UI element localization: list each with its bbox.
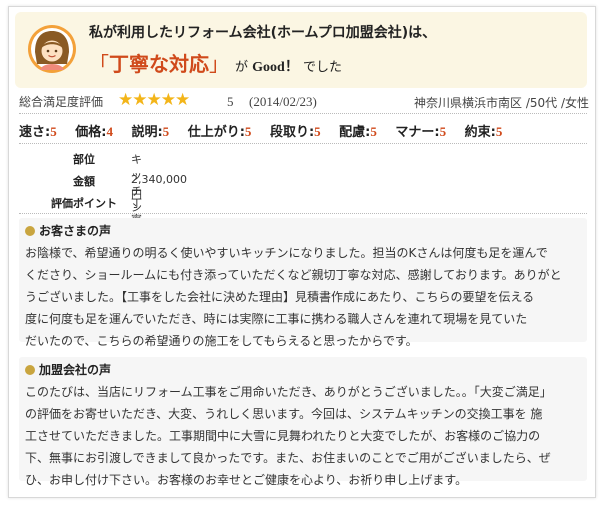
score-promise: 約束:5 — [464, 124, 503, 140]
headline-title: 私が利用したリフォーム会社(ホームプロ加盟会社)は、 — [89, 25, 437, 41]
review-card: 私が利用したリフォーム会社(ホームプロ加盟会社)は、 「丁寧な対応」が Good… — [8, 6, 596, 498]
text-line: うございました。【工事をした会社に決めた理由】見積書作成にあたり、こちらの要望を… — [25, 290, 535, 304]
score-consideration: 配慮:5 — [339, 124, 377, 140]
score-breakdown: 速さ:5 価格:4 説明:5 仕上がり:5 段取り:5 配慮:5 マナー:5 約… — [19, 121, 516, 140]
detail-key: 部位 — [73, 153, 95, 166]
star-icon: ★ — [132, 90, 147, 110]
star-icon: ★ — [118, 90, 133, 110]
headline-verdict: 「丁寧な対応」が Good！ でした — [89, 48, 342, 77]
detail-key: 金額 — [73, 175, 95, 188]
review-date: (2014/02/23) — [249, 94, 317, 109]
customer-voice-title: お客さまの声 — [25, 222, 111, 239]
detail-key: 評価ポイント — [51, 197, 117, 210]
company-voice-title: 加盟会社の声 — [25, 361, 111, 378]
divider — [19, 213, 587, 214]
rating-label: 総合満足度評価 — [19, 95, 104, 109]
star-icon: ★ — [160, 90, 176, 110]
score-planning: 段取り:5 — [269, 124, 321, 140]
reviewer-info: 神奈川県横浜市南区 /50代 /女性 — [414, 96, 589, 110]
text-line: だいたので、こちらの希望通りの施工をしてもらえると思ったからです。 — [25, 334, 418, 348]
bullet-dot-icon — [25, 365, 35, 375]
star-icon: ★ — [175, 90, 190, 110]
company-voice-section: 加盟会社の声 このたびは、当店にリフォーム工事をご用命いただき、ありがとうござい… — [19, 357, 587, 487]
customer-voice-section: お客さまの声 お陰様で、希望通りの明るく使いやすいキッチンになりました。担当のK… — [19, 218, 587, 348]
score-explanation: 説明:5 — [131, 124, 170, 140]
bullet-dot-icon — [25, 226, 35, 236]
review-headline: 私が利用したリフォーム会社(ホームプロ加盟会社)は、 「丁寧な対応」が Good… — [15, 12, 587, 88]
headline-quote: 「丁寧な対応」 — [89, 52, 229, 76]
text-line: お陰様で、希望通りの明るく使いやすいキッチンになりました。担当のKさんは何度も足… — [25, 246, 548, 260]
customer-voice-body: お陰様で、希望通りの明るく使いやすいキッチンになりました。担当のKさんは何度も足… — [25, 242, 581, 352]
rating-score: 5 — [227, 94, 234, 109]
score-price: 価格:4 — [75, 124, 113, 140]
text-line: 工させていただきました。工事期間中に大雪に見舞われたりと大変でしたが、お客様のご… — [25, 429, 541, 443]
rating-stars: ★★★★★ — [118, 90, 190, 110]
overall-rating: 総合満足度評価 ★★★★★ 5 (2014/02/23) 神奈川県横浜市南区 /… — [19, 91, 589, 111]
score-manners: マナー:5 — [395, 124, 447, 140]
text-line: ひ、お申し付け下さい。お客様のお幸せとご健康を心より、お祈り申し上げます。 — [25, 473, 468, 487]
headline-tail: が Good！ でした — [235, 60, 342, 75]
divider — [19, 143, 587, 144]
text-line: 下、無事にお引渡しできまして良かったです。また、お住まいのことでご用がございまし… — [25, 451, 551, 465]
divider — [19, 113, 587, 114]
text-line: このたびは、当店にリフォーム工事をご用命いただき、ありがとうございました。。「大… — [25, 385, 552, 399]
star-icon: ★ — [146, 90, 162, 110]
woman-avatar-icon — [28, 25, 76, 73]
company-voice-body: このたびは、当店にリフォーム工事をご用命いただき、ありがとうございました。。「大… — [25, 381, 581, 491]
text-line: 度に何度も足を運んでいただき、時には実際に工事に携わる職人さんを連れて現場を見て… — [25, 312, 528, 326]
score-finish: 仕上がり:5 — [187, 124, 252, 140]
text-line: の評価をお寄せいただき、大変、うれしく思います。今回は、システムキッチンの交換工… — [25, 407, 543, 421]
score-speed: 速さ:5 — [19, 124, 57, 140]
text-line: くださり、ショールームにも付き添っていただくなど親切丁寧な対応、感謝しております… — [25, 268, 562, 282]
